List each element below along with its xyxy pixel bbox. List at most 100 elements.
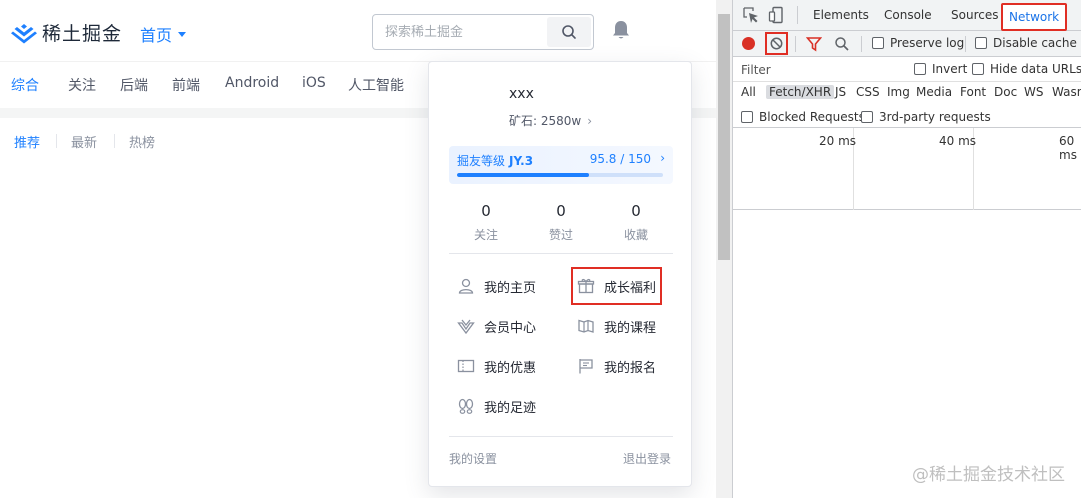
category-tab[interactable]: 后端 [120, 75, 148, 95]
menu-my-registrations[interactable]: 我的报名 [577, 353, 656, 379]
menu-label: 我的优惠 [484, 360, 537, 376]
sub-tab-latest[interactable]: 最新 [71, 132, 97, 151]
user-dropdown-menu: xxx 矿石: 2580w › 掘友等级 JY.3 95.8 / 150 › 0 … [428, 61, 692, 487]
level-progress-track [457, 173, 663, 177]
type-filter-js[interactable]: JS [835, 85, 846, 99]
divider [861, 36, 862, 52]
checkbox-box [914, 63, 926, 75]
coupon-icon [457, 359, 475, 373]
stat-label: 关注 [473, 228, 498, 242]
search-button[interactable] [547, 17, 591, 47]
sub-tab-hot[interactable]: 热榜 [129, 132, 155, 151]
divider [795, 36, 796, 52]
checkbox-label: Preserve log [890, 36, 965, 50]
search-box [372, 14, 594, 50]
level-card[interactable]: 掘友等级 JY.3 95.8 / 150 › [449, 146, 673, 184]
type-filter-font[interactable]: Font [960, 85, 986, 99]
menu-label: 成长福利 [604, 280, 657, 296]
type-filter-css[interactable]: CSS [856, 85, 880, 99]
flag-icon [579, 359, 593, 374]
inspect-element-icon[interactable] [742, 6, 760, 24]
ore-text: 矿石: 2580w [509, 114, 582, 128]
chevron-right-icon: › [587, 113, 593, 128]
notification-bell-icon[interactable] [609, 18, 633, 42]
clear-button[interactable] [765, 32, 788, 55]
category-tab[interactable]: 人工智能 [348, 75, 404, 95]
username[interactable]: xxx [509, 86, 534, 102]
stat-following[interactable]: 0 关注 [456, 202, 516, 243]
type-filter-media[interactable]: Media [916, 85, 952, 99]
menu-my-homepage[interactable]: 我的主页 [457, 273, 536, 299]
menu-my-coupons[interactable]: 我的优惠 [457, 353, 536, 379]
divider [56, 134, 57, 148]
divider [449, 253, 673, 254]
preserve-log-checkbox[interactable]: Preserve log [872, 36, 964, 50]
home-nav-dropdown[interactable]: 首页 [140, 22, 187, 46]
filter-input[interactable] [737, 60, 901, 79]
menu-my-courses[interactable]: 我的课程 [577, 313, 656, 339]
ore-balance[interactable]: 矿石: 2580w › [509, 112, 592, 129]
stat-number: 0 [631, 202, 641, 220]
stat-number: 0 [556, 202, 566, 220]
user-icon [458, 278, 474, 294]
invert-checkbox[interactable]: Invert [914, 62, 967, 76]
checkbox-label: Disable cache [993, 36, 1077, 50]
record-button[interactable] [742, 37, 755, 50]
divider [797, 6, 798, 24]
resource-type-filters: All Fetch/XHR JS CSS Img Media Font Doc … [733, 82, 1081, 104]
tab-console[interactable]: Console [884, 8, 932, 22]
tab-sources[interactable]: Sources [951, 8, 998, 22]
timeline-tick: 20 ms [819, 134, 857, 148]
category-tab[interactable]: 综合 [11, 75, 39, 95]
stat-number: 0 [481, 202, 491, 220]
network-overview-timeline: 20 ms 40 ms 60 ms [733, 128, 1081, 210]
blocked-requests-checkbox[interactable]: Blocked Requests [741, 110, 865, 124]
category-tab[interactable]: Android [225, 75, 279, 91]
caret-down-icon [178, 31, 187, 37]
menu-vip-center[interactable]: 会员中心 [457, 313, 536, 339]
book-icon [578, 319, 594, 333]
search-icon[interactable] [834, 36, 850, 52]
checkbox-label: 3rd-party requests [879, 110, 991, 124]
scrollbar-thumb[interactable] [718, 14, 730, 260]
settings-link[interactable]: 我的设置 [449, 450, 497, 467]
type-filter-doc[interactable]: Doc [994, 85, 1017, 99]
tab-elements[interactable]: Elements [813, 8, 869, 22]
filter-icon[interactable] [806, 36, 822, 52]
stat-label: 收藏 [623, 228, 648, 242]
devtools-tabbar: Elements Console Sources Network [733, 0, 1081, 31]
juejin-logo-icon [11, 24, 37, 44]
menu-growth-benefits[interactable]: 成长福利 [570, 267, 663, 305]
site-logo[interactable]: 稀土掘金 [10, 18, 122, 46]
category-tab[interactable]: 关注 [68, 75, 96, 95]
menu-label: 会员中心 [484, 320, 537, 336]
sub-tab-recommend[interactable]: 推荐 [14, 132, 40, 151]
menu-label: 我的报名 [604, 360, 657, 376]
menu-my-footprints[interactable]: 我的足迹 [457, 393, 536, 419]
footprint-icon [458, 398, 474, 414]
request-options-row: Blocked Requests 3rd-party requests [733, 104, 1081, 128]
page-scrollbar[interactable] [716, 0, 732, 498]
menu-label: 我的课程 [604, 320, 657, 336]
category-tab[interactable]: iOS [302, 75, 326, 91]
category-tab[interactable]: 前端 [172, 75, 200, 95]
hide-data-urls-checkbox[interactable]: Hide data URLs [972, 62, 1081, 76]
tab-network[interactable]: Network [1001, 3, 1068, 31]
type-filter-ws[interactable]: WS [1024, 85, 1043, 99]
disable-cache-checkbox[interactable]: Disable cache [975, 36, 1077, 50]
timeline-tick: 40 ms [939, 134, 977, 148]
search-input[interactable] [373, 15, 549, 49]
type-filter-all[interactable]: All [741, 85, 756, 99]
type-filter-wasm[interactable]: Wasm [1052, 85, 1081, 99]
type-filter-img[interactable]: Img [887, 85, 910, 99]
device-toolbar-icon[interactable] [768, 6, 786, 24]
third-party-requests-checkbox[interactable]: 3rd-party requests [861, 110, 991, 124]
stat-likes[interactable]: 0 赞过 [531, 202, 591, 243]
stat-favorites[interactable]: 0 收藏 [606, 202, 666, 243]
checkbox-box [741, 111, 753, 123]
logout-link[interactable]: 退出登录 [623, 450, 671, 467]
filter-row: Invert Hide data URLs [733, 57, 1081, 82]
clear-icon [770, 37, 783, 50]
type-filter-fetch-xhr[interactable]: Fetch/XHR [766, 85, 835, 99]
checkbox-box [861, 111, 873, 123]
